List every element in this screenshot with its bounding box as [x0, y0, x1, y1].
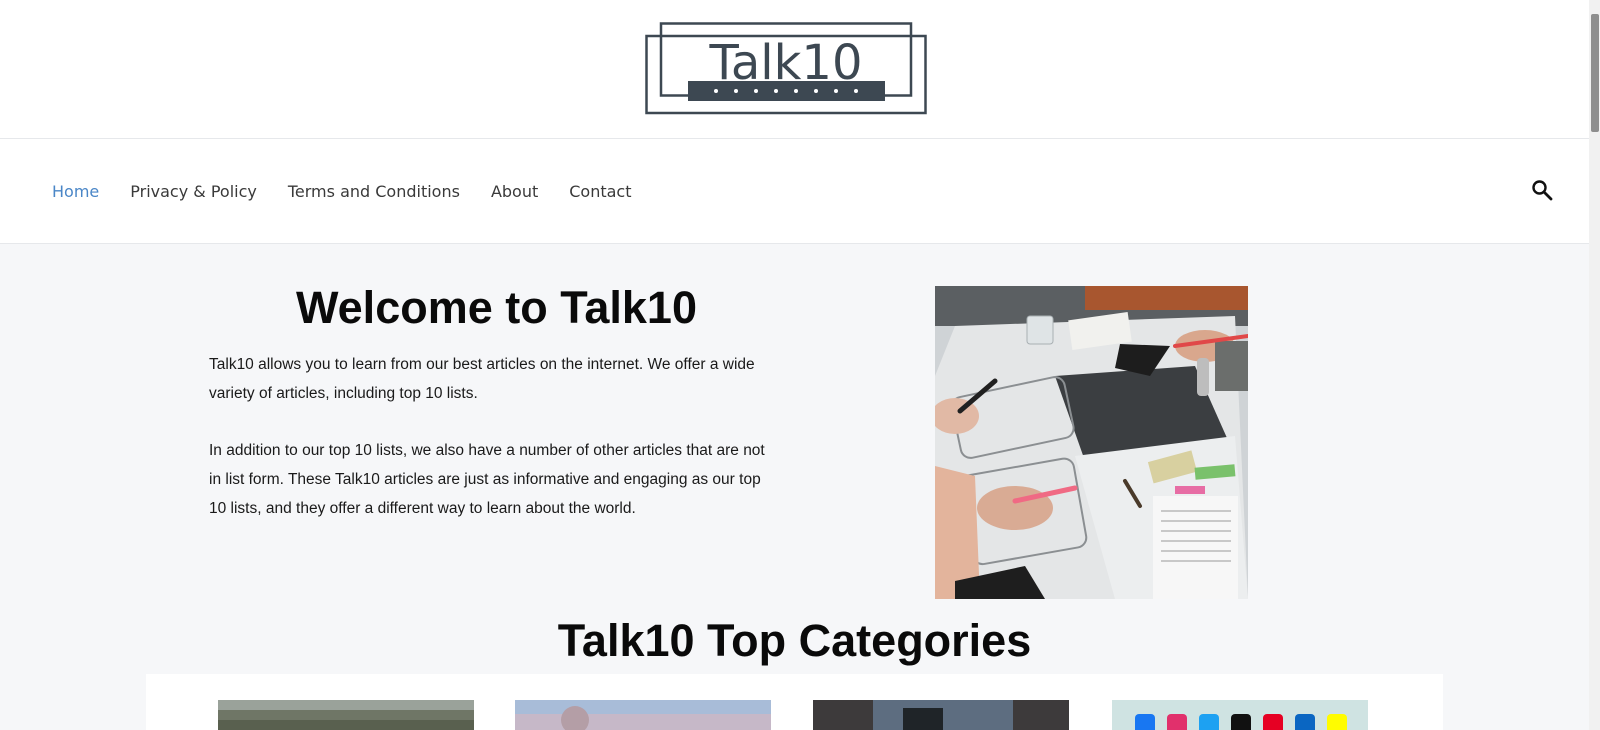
hero-image [935, 286, 1248, 599]
nav-item-privacy-policy[interactable]: Privacy & Policy [130, 182, 257, 201]
category-card-nature[interactable] [218, 700, 474, 730]
nav-item-about[interactable]: About [491, 182, 538, 201]
hero-paragraph-1: Talk10 allows you to learn from our best… [209, 356, 755, 402]
instagram-icon [1167, 714, 1187, 730]
linkedin-icon [1295, 714, 1315, 730]
nav-menu: Home Privacy & Policy Terms and Conditio… [52, 139, 663, 244]
facebook-icon [1135, 714, 1155, 730]
nav-item-contact[interactable]: Contact [569, 182, 631, 201]
search-icon[interactable] [1531, 179, 1553, 201]
category-card-city[interactable] [813, 700, 1069, 730]
tiktok-icon [1231, 714, 1251, 730]
snapchat-icon [1327, 714, 1347, 730]
site-logo[interactable]: Talk10 [645, 22, 927, 115]
categories-panel [146, 674, 1443, 730]
main-nav: Home Privacy & Policy Terms and Conditio… [0, 139, 1589, 244]
categories-title: Talk10 Top Categories [557, 615, 1032, 666]
page-scrollbar[interactable] [1589, 0, 1600, 730]
hero-title: Welcome to Talk10 [296, 282, 697, 333]
category-card-social-media[interactable] [1112, 700, 1368, 730]
hero-paragraph-2: In addition to our top 10 lists, we also… [209, 442, 765, 517]
nav-item-terms-and-conditions[interactable]: Terms and Conditions [288, 182, 460, 201]
category-card-travel[interactable] [515, 700, 771, 730]
twitter-icon [1199, 714, 1219, 730]
scrollbar-thumb[interactable] [1591, 14, 1599, 132]
pinterest-icon [1263, 714, 1283, 730]
nav-item-home[interactable]: Home [52, 182, 99, 201]
site-header: Talk10 [0, 0, 1589, 139]
